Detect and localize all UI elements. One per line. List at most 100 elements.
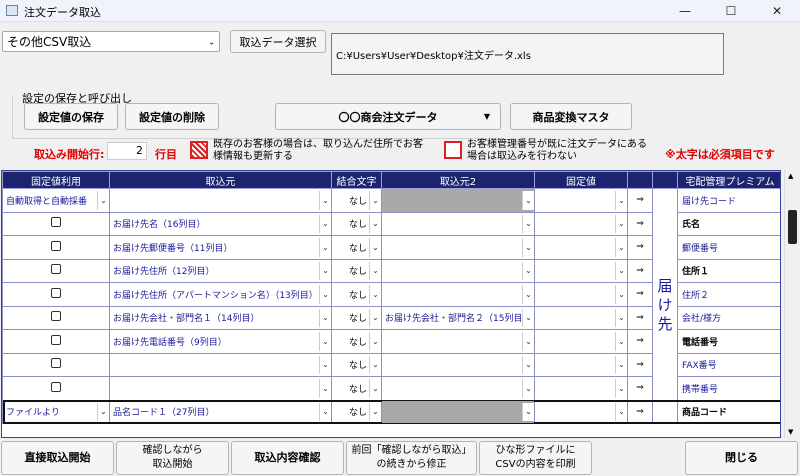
source-select[interactable]: ⌄: [110, 189, 331, 212]
source-cell[interactable]: お届け先郵便番号（11列目） ⌄: [109, 235, 332, 260]
fixed-use-checkbox[interactable]: [51, 264, 61, 275]
fixed-use-checkbox[interactable]: [51, 334, 61, 345]
source-cell[interactable]: お届け先会社・部門名１（14列目） ⌄: [109, 305, 332, 330]
join-cell[interactable]: なし ⌄: [331, 188, 382, 213]
fixed-value-input[interactable]: ⌄: [535, 283, 627, 306]
source-select[interactable]: お届け先名（16列目） ⌄: [110, 213, 331, 236]
fixed-value-cell[interactable]: ⌄: [534, 211, 628, 236]
import-type-select[interactable]: その他CSV取込 ⌄: [2, 31, 220, 52]
join-cell[interactable]: なし ⌄: [331, 376, 382, 401]
source-cell[interactable]: ⌄: [109, 352, 332, 377]
source-cell[interactable]: お届け先名（16列目） ⌄: [109, 211, 332, 236]
join-select[interactable]: なし ⌄: [332, 236, 381, 259]
source2-select[interactable]: ⌄: [382, 189, 534, 212]
confirm-import-button[interactable]: 確認しながら 取込開始: [116, 441, 229, 475]
delete-settings-button[interactable]: 設定値の削除: [125, 103, 219, 130]
source-cell[interactable]: お届け先住所（アパートマンション名）（13列目） ⌄: [109, 282, 332, 307]
fixed-use-checkbox[interactable]: [51, 217, 61, 228]
source2-cell[interactable]: ⌄: [381, 282, 535, 307]
fixed-use-checkbox[interactable]: [51, 381, 61, 392]
source-select[interactable]: お届け先会社・部門名１（14列目） ⌄: [110, 307, 331, 330]
source-cell[interactable]: ⌄: [109, 188, 332, 213]
source-select[interactable]: ⌄: [110, 354, 331, 377]
fixed-use-checkbox[interactable]: [51, 287, 61, 298]
save-settings-button[interactable]: 設定値の保存: [24, 103, 118, 130]
fixed-use-cell[interactable]: [2, 352, 110, 377]
start-row-input[interactable]: 2: [107, 142, 147, 160]
direct-import-button[interactable]: 直接取込開始: [1, 441, 114, 475]
fixed-value-cell[interactable]: ⌄: [534, 329, 628, 354]
join-cell[interactable]: なし ⌄: [331, 282, 382, 307]
fixed-value-cell[interactable]: ⌄: [534, 352, 628, 377]
fixed-use-select[interactable]: ファイルより ⌄: [3, 401, 109, 424]
source2-select[interactable]: ⌄: [382, 401, 534, 424]
join-select[interactable]: なし ⌄: [332, 354, 381, 377]
resume-import-button[interactable]: 前回「確認しながら取込」 の続きから修正: [346, 441, 477, 475]
join-select[interactable]: なし ⌄: [332, 330, 381, 353]
fixed-value-input[interactable]: ⌄: [535, 213, 627, 236]
fixed-use-checkbox[interactable]: [51, 358, 61, 369]
fixed-value-cell[interactable]: ⌄: [534, 282, 628, 307]
fixed-value-cell[interactable]: ⌄: [534, 258, 628, 283]
source2-select[interactable]: ⌄: [382, 330, 534, 353]
source2-cell[interactable]: ⌄: [381, 188, 535, 213]
source2-select[interactable]: お届け先会社・部門名２（15列目） ⌄: [382, 307, 534, 330]
select-data-button[interactable]: 取込データ選択: [230, 30, 326, 53]
join-cell[interactable]: なし ⌄: [331, 305, 382, 330]
scroll-up-icon[interactable]: ▲: [788, 172, 793, 180]
fixed-value-input[interactable]: ⌄: [535, 354, 627, 377]
fixed-use-cell[interactable]: [2, 305, 110, 330]
source-cell[interactable]: お届け先電話番号（9列目） ⌄: [109, 329, 332, 354]
join-select[interactable]: なし ⌄: [332, 377, 381, 400]
review-import-button[interactable]: 取込内容確認: [231, 441, 344, 475]
fixed-value-input[interactable]: ⌄: [535, 236, 627, 259]
fixed-value-input[interactable]: ⌄: [535, 377, 627, 400]
fixed-value-cell[interactable]: ⌄: [534, 399, 628, 424]
close-button[interactable]: 閉じる: [685, 441, 798, 475]
source2-cell[interactable]: ⌄: [381, 329, 535, 354]
join-cell[interactable]: なし ⌄: [331, 211, 382, 236]
fixed-value-cell[interactable]: ⌄: [534, 376, 628, 401]
fixed-use-cell[interactable]: [2, 258, 110, 283]
fixed-value-input[interactable]: ⌄: [535, 307, 627, 330]
source-select[interactable]: 品名コード１（27列目） ⌄: [110, 401, 331, 424]
print-template-button[interactable]: ひな形ファイルに CSVの内容を印刷: [479, 441, 592, 475]
source2-select[interactable]: ⌄: [382, 260, 534, 283]
fixed-value-input[interactable]: ⌄: [535, 330, 627, 353]
maximize-button[interactable]: ☐: [708, 0, 754, 22]
source-cell[interactable]: 品名コード１（27列目） ⌄: [109, 399, 332, 424]
join-select[interactable]: なし ⌄: [332, 283, 381, 306]
source2-select[interactable]: ⌄: [382, 236, 534, 259]
source2-select[interactable]: ⌄: [382, 377, 534, 400]
join-cell[interactable]: なし ⌄: [331, 235, 382, 260]
close-window-button[interactable]: ✕: [754, 0, 800, 22]
source-select[interactable]: お届け先住所（アパートマンション名）（13列目） ⌄: [110, 283, 331, 306]
source-select[interactable]: お届け先郵便番号（11列目） ⌄: [110, 236, 331, 259]
source2-cell[interactable]: ⌄: [381, 258, 535, 283]
source-select[interactable]: お届け先住所（12列目） ⌄: [110, 260, 331, 283]
join-cell[interactable]: なし ⌄: [331, 258, 382, 283]
join-cell[interactable]: なし ⌄: [331, 352, 382, 377]
join-select[interactable]: なし ⌄: [332, 260, 381, 283]
fixed-value-cell[interactable]: ⌄: [534, 305, 628, 330]
source-select[interactable]: お届け先電話番号（9列目） ⌄: [110, 330, 331, 353]
fixed-value-input[interactable]: ⌄: [535, 260, 627, 283]
fixed-use-cell[interactable]: [2, 282, 110, 307]
source2-select[interactable]: ⌄: [382, 354, 534, 377]
join-select[interactable]: なし ⌄: [332, 401, 381, 424]
update-customer-checkbox[interactable]: [190, 141, 208, 159]
fixed-use-checkbox[interactable]: [51, 240, 61, 251]
source2-cell[interactable]: ⌄: [381, 211, 535, 236]
join-cell[interactable]: なし ⌄: [331, 399, 382, 424]
fixed-use-cell[interactable]: [2, 211, 110, 236]
source2-select[interactable]: ⌄: [382, 283, 534, 306]
scroll-thumb[interactable]: [788, 210, 797, 244]
product-master-button[interactable]: 商品変換マスタ: [510, 103, 632, 130]
source-select[interactable]: ⌄: [110, 377, 331, 400]
fixed-use-cell[interactable]: ファイルより ⌄: [2, 399, 110, 424]
join-cell[interactable]: なし ⌄: [331, 329, 382, 354]
source-cell[interactable]: ⌄: [109, 376, 332, 401]
fixed-use-checkbox[interactable]: [51, 311, 61, 322]
fixed-value-cell[interactable]: ⌄: [534, 235, 628, 260]
fixed-use-cell[interactable]: [2, 376, 110, 401]
